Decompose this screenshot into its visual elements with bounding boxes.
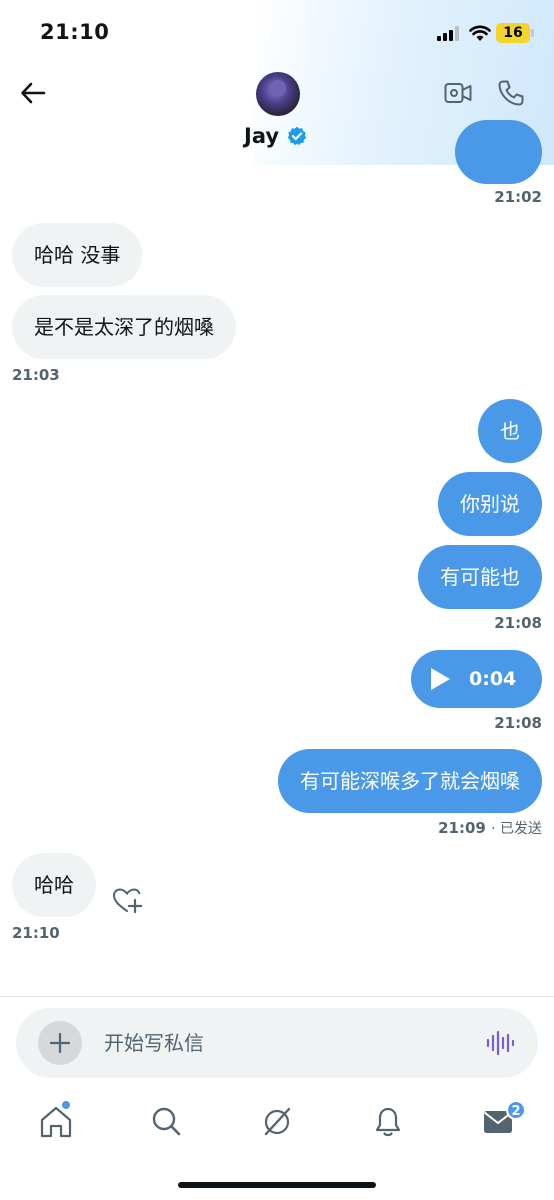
attach-button[interactable] xyxy=(38,1021,82,1065)
message-timestamp: 21:08 xyxy=(494,714,542,732)
play-icon[interactable] xyxy=(429,667,451,691)
messages-badge: 2 xyxy=(506,1100,526,1120)
sent-status-label: · 已发送 xyxy=(491,821,542,837)
message-composer xyxy=(16,1008,538,1078)
message-sent-status: 21:09 · 已发送 xyxy=(438,818,542,838)
grok-icon[interactable] xyxy=(257,1098,297,1146)
status-bar: 21:10 16 xyxy=(0,0,554,64)
status-time: 21:10 xyxy=(40,20,110,44)
avatar[interactable] xyxy=(256,72,300,116)
bell-icon[interactable] xyxy=(368,1098,408,1146)
phone-call-icon[interactable] xyxy=(497,79,525,107)
message-timestamp: 21:08 xyxy=(494,614,542,632)
outgoing-message[interactable]: 有可能也 xyxy=(418,545,542,609)
outgoing-message[interactable]: 你别说 xyxy=(438,472,542,536)
signal-icon xyxy=(437,26,461,41)
plus-icon[interactable] xyxy=(49,1032,71,1054)
incoming-message[interactable]: 是不是太深了的烟嗓 xyxy=(12,295,236,359)
voice-duration: 0:04 xyxy=(469,668,517,690)
search-icon[interactable] xyxy=(146,1098,186,1146)
voice-wave-icon[interactable] xyxy=(486,1030,514,1056)
divider xyxy=(0,996,554,997)
message-timestamp: 21:09 xyxy=(438,819,486,837)
message-timestamp: 21:03 xyxy=(12,366,60,384)
wifi-icon xyxy=(469,25,491,41)
verified-badge-icon xyxy=(287,126,307,146)
voice-message[interactable]: 0:04 xyxy=(411,650,542,708)
home-notification-dot xyxy=(62,1101,70,1109)
previous-message-bubble[interactable] xyxy=(455,120,542,184)
incoming-message[interactable]: 哈哈 xyxy=(12,853,96,917)
heart-plus-icon[interactable] xyxy=(112,887,142,915)
battery-indicator: 16 xyxy=(496,23,530,43)
contact-name[interactable]: Jay xyxy=(244,124,279,148)
outgoing-message[interactable]: 也 xyxy=(478,399,542,463)
home-indicator xyxy=(178,1182,376,1188)
message-timestamp: 21:10 xyxy=(12,924,60,942)
bottom-tab-bar xyxy=(0,1098,554,1148)
outgoing-message[interactable]: 有可能深喉多了就会烟嗓 xyxy=(278,749,542,813)
incoming-message[interactable]: 哈哈 没事 xyxy=(12,223,143,287)
video-call-icon[interactable] xyxy=(444,80,472,106)
back-arrow-icon[interactable] xyxy=(20,80,46,106)
message-timestamp: 21:02 xyxy=(494,188,542,206)
battery-nub xyxy=(531,29,534,37)
home-icon[interactable] xyxy=(36,1098,76,1146)
message-input[interactable] xyxy=(104,1008,464,1078)
